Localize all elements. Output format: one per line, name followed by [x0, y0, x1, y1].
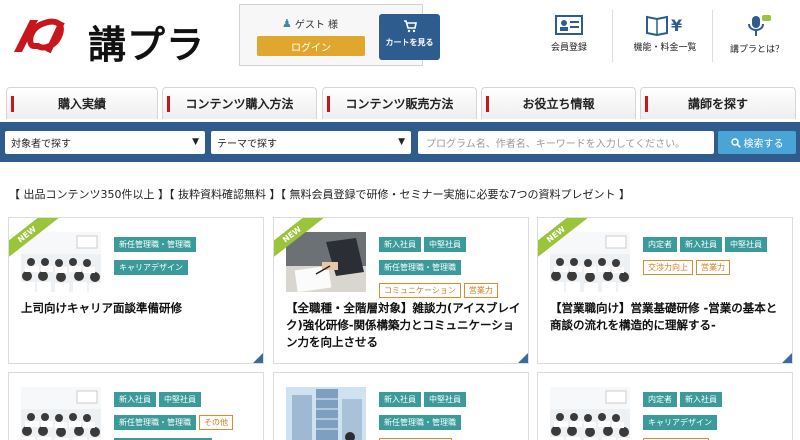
member-register-link[interactable]: 会員登録 [530, 10, 608, 68]
member-register-label: 会員登録 [550, 43, 587, 53]
about-label: 講プラとは？ [729, 45, 784, 55]
chevron-down-icon: ▼ [192, 137, 199, 147]
category-tag[interactable]: コミュニケーション [379, 283, 461, 298]
search-input[interactable]: プログラム名、作者名、キーワードを入力してください。 [418, 131, 714, 154]
category-tag[interactable]: 新入社員 [379, 392, 421, 407]
content-card[interactable]: NEW 新任管理職・管理職キャリアデザイン 上司向けキャリア面談準備研修 [8, 217, 264, 364]
card-thumbnail[interactable] [550, 387, 630, 440]
card-tags: 新任管理職・管理職キャリアデザイン [114, 232, 259, 278]
category-tag[interactable]: 新任管理職・管理職 [114, 415, 196, 430]
search-button[interactable]: 検索する [718, 131, 796, 154]
cart-icon [379, 19, 440, 37]
category-tag[interactable]: 新入社員 [114, 392, 156, 407]
tab-label: 購入実績 [57, 97, 106, 111]
target-select[interactable]: 対象者で探す ▼ [5, 131, 205, 154]
search-bar: 対象者で探す ▼ テーマで探す ▼ プログラム名、作者名、キーワードを入力してく… [0, 122, 800, 162]
category-tag[interactable]: 中堅社員 [424, 237, 466, 252]
category-tag[interactable]: 営業力 [696, 260, 730, 275]
member-card-icon [555, 15, 583, 35]
nav-divider [712, 10, 713, 62]
card-tags: 内定者 新入社員 中堅社員交渉力向上 営業力 [643, 232, 788, 278]
category-tag[interactable]: 内定者 [643, 392, 677, 407]
tab-find-instructor[interactable]: 講師を探す [640, 87, 796, 119]
tab-accent [167, 96, 170, 112]
search-icon [730, 137, 741, 148]
tab-useful-info[interactable]: お役立ち情報 [481, 87, 636, 119]
card-title[interactable]: 上司向けキャリア面談準備研修 [21, 300, 257, 317]
card-thumbnail[interactable] [286, 387, 366, 440]
tab-accent [645, 96, 648, 112]
category-tag[interactable]: 新入社員 [680, 237, 722, 252]
corner-arrow-icon [782, 353, 792, 363]
login-panel: ♟ ゲスト 様 ログイン カートを見る [239, 4, 440, 66]
card-tags: 内定者新入社員キャリアデザインメンタルヘルス [643, 387, 788, 440]
tab-accent [11, 96, 14, 112]
chevron-down-icon: ▼ [398, 137, 405, 147]
promo-banner[interactable]: 【 出品コンテンツ350件以上 】【 抜粋資料確認無料 】【 無料会員登録で研修… [9, 186, 630, 202]
content-card[interactable]: NEW 新入社員 中堅社員新任管理職・管理職コミュニケーション 営業力 【全職種・全階層… [273, 217, 529, 364]
category-tag[interactable]: 中堅社員 [424, 392, 466, 407]
category-tag[interactable]: 内定者 [643, 237, 677, 252]
target-select-value: 対象者で探す [11, 139, 71, 150]
card-title[interactable]: 【全職種・全階層対象】雑談力(アイスブレイク)強化研修-関係構築力とコミュニケー… [286, 300, 522, 351]
cart-button[interactable]: カートを見る [379, 14, 440, 60]
content-card[interactable]: 新入社員中堅社員新任管理職・管理職その他パート・アルバイト社員 [8, 372, 264, 440]
tab-label: お役立ち情報 [522, 97, 595, 111]
guest-label: ゲスト 様 [294, 20, 339, 31]
category-tag[interactable]: 中堅社員 [725, 237, 767, 252]
category-tag[interactable]: 営業力 [463, 283, 498, 298]
card-thumbnail[interactable] [286, 232, 366, 292]
category-tag[interactable]: 新入社員 [680, 392, 722, 407]
content-card[interactable]: NEW 内定者 新入社員 中堅社員交渉力向上 営業力 【営業職向け】営業基礎研修 -営業の… [537, 217, 793, 364]
tab-label: コンテンツ販売方法 [345, 97, 454, 111]
card-title[interactable]: 【営業職向け】営業基礎研修 -営業の基本と商談の流れを構造的に理解する- [550, 300, 786, 334]
guest-greeting: ♟ ゲスト 様 [282, 16, 338, 31]
card-thumbnail[interactable] [21, 387, 101, 440]
site-logo[interactable]: 講プラ [8, 12, 223, 67]
category-tag[interactable]: キャリアデザイン [114, 260, 188, 275]
tab-purchase-record[interactable]: 購入実績 [6, 87, 158, 119]
category-tag[interactable]: 交渉力向上 [643, 260, 693, 275]
content-card[interactable]: 内定者新入社員キャリアデザインメンタルヘルス [537, 372, 793, 440]
corner-arrow-icon [518, 353, 528, 363]
svg-text:¥: ¥ [671, 16, 682, 35]
category-tag[interactable]: その他 [199, 415, 233, 430]
tab-accent [327, 96, 330, 112]
category-tag[interactable]: 新任管理職・管理職 [379, 260, 461, 275]
tab-how-to-buy[interactable]: コンテンツ購入方法 [162, 87, 317, 119]
logo-mark-icon [14, 18, 65, 54]
category-tag[interactable]: 新任管理職・管理職 [379, 415, 461, 430]
tab-how-to-sell[interactable]: コンテンツ販売方法 [322, 87, 477, 119]
microphone-chat-icon [748, 15, 771, 36]
nav-divider [612, 10, 613, 62]
features-pricing-label: 機能・料金一覧 [633, 43, 697, 53]
card-tags: 新入社員 中堅社員新任管理職・管理職コミュニケーション 営業力 [379, 232, 524, 301]
category-tag[interactable]: キャリアデザイン [643, 415, 717, 430]
tab-accent [486, 96, 489, 112]
cart-label: カートを見る [385, 38, 434, 47]
book-yen-icon: ¥ [646, 15, 682, 36]
logo-text: 講プラ [88, 23, 206, 67]
category-tag[interactable]: 新入社員 [379, 237, 421, 252]
content-card[interactable]: 新入社員中堅社員新任管理職・管理職コンプライアンス [273, 372, 529, 440]
site-header: 講プラ ♟ ゲスト 様 ログイン カートを見る 会員登録 ¥ 機能・料金一覧 講… [0, 0, 800, 84]
tab-label: 講師を探す [687, 97, 748, 111]
theme-select-value: テーマで探す [217, 139, 277, 150]
category-tag[interactable]: 新任管理職・管理職 [114, 237, 196, 252]
card-thumbnail[interactable] [21, 232, 101, 292]
card-tags: 新入社員中堅社員新任管理職・管理職コンプライアンス [379, 387, 524, 440]
tab-label: コンテンツ購入方法 [185, 97, 294, 111]
card-thumbnail[interactable] [550, 232, 630, 292]
features-pricing-link[interactable]: ¥ 機能・料金一覧 [619, 10, 711, 68]
user-icon: ♟ [282, 17, 292, 30]
about-link[interactable]: 講プラとは？ [716, 10, 798, 68]
card-tags: 新入社員中堅社員新任管理職・管理職その他パート・アルバイト社員 [114, 387, 259, 440]
main-tabs: 購入実績 コンテンツ購入方法 コンテンツ販売方法 お役立ち情報 講師を探す [0, 87, 800, 119]
corner-arrow-icon [253, 353, 263, 363]
theme-select[interactable]: テーマで探す ▼ [211, 131, 411, 154]
search-button-label: 検索する [743, 139, 784, 150]
login-button[interactable]: ログイン [257, 36, 365, 56]
category-tag[interactable]: 中堅社員 [159, 392, 201, 407]
